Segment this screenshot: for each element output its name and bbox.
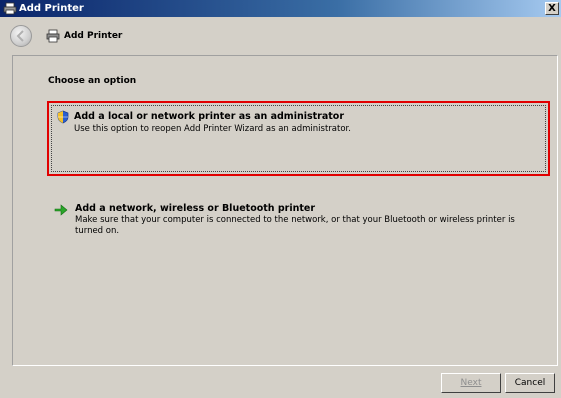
- cancel-button[interactable]: Cancel: [505, 373, 555, 393]
- printer-icon: [3, 2, 17, 15]
- option-network-description: Make sure that your computer is connecte…: [75, 215, 515, 236]
- close-button[interactable]: X: [545, 2, 559, 15]
- back-arrow-icon: [16, 30, 24, 42]
- option-admin-title: Add a local or network printer as an adm…: [74, 111, 345, 122]
- option-admin-description: Use this option to reopen Add Printer Wi…: [74, 124, 351, 134]
- option-network-title: Add a network, wireless or Bluetooth pri…: [75, 203, 316, 214]
- uac-shield-icon: [57, 110, 69, 124]
- green-arrow-icon: [54, 204, 68, 216]
- option-network[interactable]: Add a network, wireless or Bluetooth pri…: [51, 199, 546, 247]
- next-button[interactable]: Next: [441, 373, 501, 393]
- nav-bar: Add Printer: [0, 17, 561, 53]
- section-heading: Choose an option: [48, 76, 137, 86]
- title-bar[interactable]: Add Printer X: [0, 0, 561, 17]
- printer-icon: [46, 29, 60, 43]
- option-admin[interactable]: Add a local or network printer as an adm…: [47, 101, 550, 176]
- window-title: Add Printer: [19, 3, 84, 14]
- page-title: Add Printer: [64, 31, 123, 41]
- button-bar: Next Cancel: [0, 366, 561, 398]
- add-printer-window: Add Printer X Add Printer Choose an opti…: [0, 0, 561, 398]
- back-button[interactable]: [10, 25, 32, 47]
